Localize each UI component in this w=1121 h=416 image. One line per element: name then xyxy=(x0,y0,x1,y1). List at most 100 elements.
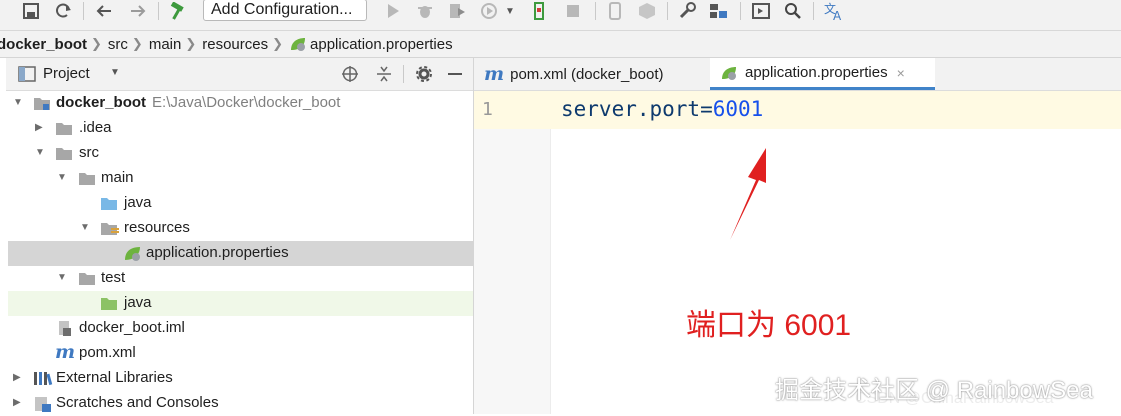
folder-icon xyxy=(56,123,72,135)
tree-item-label: src xyxy=(79,144,99,161)
profile-icon[interactable] xyxy=(478,0,500,22)
project-structure-icon[interactable] xyxy=(708,0,730,22)
coverage-icon[interactable] xyxy=(446,0,468,22)
chevron-down-icon[interactable]: ▼ xyxy=(503,0,517,22)
source-folder-icon xyxy=(101,198,117,210)
toolbar-separator xyxy=(667,2,668,20)
tree-item-scratches[interactable]: ▶ Scratches and Consoles xyxy=(0,391,473,416)
chevron-right-icon: ❯ xyxy=(91,36,102,51)
tree-item-main-java[interactable]: java xyxy=(0,191,473,216)
tree-item-label: resources xyxy=(124,219,190,236)
tree-item-main[interactable]: ▼ main xyxy=(0,166,473,191)
tree-item-application-properties[interactable]: application.properties xyxy=(8,241,473,266)
run-configuration-select[interactable]: Add Configuration... xyxy=(203,0,367,21)
tree-item-resources[interactable]: ▼ resources xyxy=(0,216,473,241)
spring-properties-icon xyxy=(722,66,736,80)
folder-icon xyxy=(79,173,95,185)
tree-item-path: E:\Java\Docker\docker_boot xyxy=(152,94,341,111)
chevron-right-icon[interactable]: ▶ xyxy=(13,372,21,383)
tree-item-label: java xyxy=(124,294,152,311)
spring-properties-icon xyxy=(291,38,306,51)
breadcrumb-item-src[interactable]: src xyxy=(108,36,128,53)
svg-text:A: A xyxy=(833,9,842,21)
device-icon[interactable] xyxy=(604,0,626,22)
chevron-down-icon[interactable]: ▼ xyxy=(13,97,23,108)
chevron-right-icon[interactable]: ▶ xyxy=(13,397,21,408)
breadcrumb: docker_boot ❯ src ❯ main ❯ resources ❯ a… xyxy=(0,31,1121,58)
line-number: 1 xyxy=(482,99,493,120)
save-icon[interactable] xyxy=(20,0,42,22)
forward-arrow-icon[interactable] xyxy=(127,0,149,22)
editor-tab-bar: m pom.xml (docker_boot) application.prop… xyxy=(474,58,1121,91)
stop-icon[interactable] xyxy=(562,0,584,22)
module-folder-icon xyxy=(34,98,50,110)
tab-application-properties[interactable]: application.properties × xyxy=(710,58,935,90)
property-value: 6001 xyxy=(712,97,764,121)
chevron-down-icon[interactable]: ▼ xyxy=(35,147,45,158)
tree-item-docker-boot[interactable]: ▼ docker_boot E:\Java\Docker\docker_boot xyxy=(0,91,473,116)
terminal-icon[interactable] xyxy=(750,0,772,22)
breadcrumb-item-file[interactable]: application.properties xyxy=(289,36,453,53)
tree-item-label: .idea xyxy=(79,119,112,136)
iml-file-icon xyxy=(59,321,71,336)
tab-label: application.properties xyxy=(745,64,888,81)
breadcrumb-item-resources[interactable]: resources xyxy=(202,36,268,53)
property-key: server.port= xyxy=(561,97,713,121)
tree-item-src[interactable]: ▼ src xyxy=(0,141,473,166)
gear-icon[interactable] xyxy=(415,65,433,83)
maven-icon: m xyxy=(55,341,76,363)
tree-item-external-libraries[interactable]: ▶ External Libraries xyxy=(0,366,473,391)
chevron-down-icon[interactable]: ▼ xyxy=(57,272,67,283)
folder-icon xyxy=(79,273,95,285)
tree-item-test[interactable]: ▼ test xyxy=(0,266,473,291)
tree-item-pom[interactable]: m pom.xml xyxy=(0,341,473,366)
minimize-icon[interactable] xyxy=(446,65,464,83)
chevron-right-icon: ❯ xyxy=(131,36,143,51)
folder-icon xyxy=(56,148,72,160)
chevron-right-icon[interactable]: ▶ xyxy=(35,122,43,133)
toolbar-separator xyxy=(813,2,814,20)
tab-label: pom.xml (docker_boot) xyxy=(510,65,664,83)
maven-icon: m xyxy=(484,63,505,85)
libraries-icon xyxy=(34,372,53,386)
header-separator xyxy=(403,65,404,83)
test-folder-icon xyxy=(101,298,117,310)
sdk-icon[interactable] xyxy=(636,0,658,22)
tree-item-idea[interactable]: ▶ .idea xyxy=(0,116,473,141)
debug-icon[interactable] xyxy=(414,0,436,22)
spring-properties-icon xyxy=(125,247,140,261)
attach-icon[interactable] xyxy=(528,0,550,22)
editor-gutter xyxy=(474,91,551,414)
project-view-icon xyxy=(18,66,36,82)
run-icon[interactable] xyxy=(382,0,404,22)
project-panel-header: Project ▼ xyxy=(6,58,473,91)
build-hammer-icon[interactable] xyxy=(167,0,189,22)
annotation-text: 端口为 6001 xyxy=(686,309,852,342)
tree-item-test-java[interactable]: java xyxy=(8,291,473,316)
search-icon[interactable] xyxy=(782,0,804,22)
close-icon[interactable]: × xyxy=(897,65,905,81)
toolbar-separator xyxy=(83,2,84,20)
code-line[interactable]: server.port=6001 xyxy=(561,97,763,121)
tree-item-label: application.properties xyxy=(146,244,289,261)
breadcrumb-item-project[interactable]: docker_boot xyxy=(0,36,87,53)
translate-icon[interactable]: 文A xyxy=(822,0,846,22)
tree-item-label: Scratches and Consoles xyxy=(56,394,219,411)
back-arrow-icon[interactable] xyxy=(93,0,115,22)
chevron-down-icon[interactable]: ▼ xyxy=(57,172,67,183)
tree-item-iml[interactable]: docker_boot.iml xyxy=(0,316,473,341)
chevron-down-icon[interactable]: ▼ xyxy=(110,67,120,78)
tree-item-label: main xyxy=(101,169,134,186)
main-toolbar: Add Configuration... ▼ 文A xyxy=(0,0,1121,31)
project-panel-title[interactable]: Project xyxy=(43,65,90,82)
sync-icon[interactable] xyxy=(52,0,74,22)
tab-pom-xml[interactable]: m pom.xml (docker_boot) xyxy=(474,58,708,90)
breadcrumb-item-main[interactable]: main xyxy=(149,36,182,53)
resources-folder-icon xyxy=(101,223,119,235)
locate-target-icon[interactable] xyxy=(341,65,359,83)
tree-item-label: java xyxy=(124,194,152,211)
collapse-all-icon[interactable] xyxy=(375,65,393,83)
chevron-down-icon[interactable]: ▼ xyxy=(80,222,90,233)
juejin-watermark: 掘金技术社区 @ RainbowSea xyxy=(775,377,1093,404)
settings-wrench-icon[interactable] xyxy=(676,0,698,22)
